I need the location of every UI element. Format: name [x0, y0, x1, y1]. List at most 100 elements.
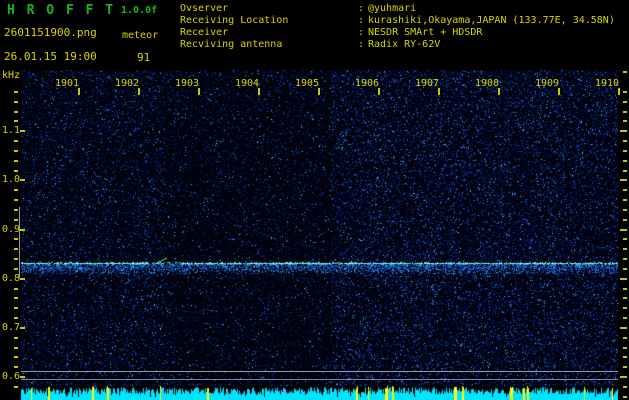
freq-tick-major-right [620, 277, 627, 280]
freq-tick-minor-right [623, 140, 627, 142]
freq-tick-minor-right [623, 317, 627, 319]
freq-tick-minor-right [623, 238, 627, 241]
info-label: Ovserver [180, 3, 229, 14]
freq-tick-minor [14, 218, 18, 221]
time-tick-mark [138, 88, 140, 95]
freq-tick-minor-right [623, 248, 627, 251]
freq-tick-minor-right [623, 149, 627, 152]
app-title: H R O F F T [7, 3, 116, 18]
info-value: kurashiki,Okayama,JAPAN (133.77E, 34.58N… [368, 15, 615, 26]
time-tick-mark [318, 88, 320, 95]
freq-tick-minor-right [623, 71, 627, 74]
output-filename: 2601151900.png [4, 26, 97, 39]
freq-tick-minor [14, 140, 18, 142]
info-value: NESDR SMArt + HDSDR [368, 27, 483, 38]
freq-tick-minor [14, 385, 18, 388]
info-value: @yuhmari [368, 3, 417, 14]
freq-tick-minor-right [623, 208, 627, 211]
freq-tick-minor-right [623, 307, 627, 310]
freq-tick-minor-right [623, 258, 627, 260]
time-tick-label: 1902 [115, 78, 140, 89]
freq-tick-minor [14, 267, 18, 270]
info-row-location: Receiving Location: kurashiki,Okayama,JAP… [180, 15, 615, 27]
station-info: Ovserver: @yuhmari Receiving Location: kur… [180, 3, 615, 51]
freq-tick-major [20, 179, 25, 182]
time-tick-mark [258, 88, 260, 95]
freq-tick-minor [14, 366, 18, 369]
meteor-count: 91 [137, 51, 151, 64]
time-tick-mark [438, 88, 440, 95]
freq-tick-minor-right [623, 100, 627, 103]
freq-tick-minor [14, 346, 18, 349]
freq-tick-minor [14, 90, 18, 93]
level-scale-marker [19, 207, 20, 278]
freq-tick-major [20, 228, 25, 231]
info-separator: : [358, 39, 365, 50]
freq-tick-minor-right [623, 346, 627, 349]
freq-tick-minor [14, 169, 18, 172]
freq-tick-minor-right [623, 395, 627, 398]
freq-tick-major [20, 376, 25, 378]
info-label: Receiver [180, 27, 229, 38]
info-label: Recviving antenna [180, 39, 283, 50]
info-row-receiver: Receiver: NESDR SMArt + HDSDR [180, 27, 615, 39]
freq-tick-major [20, 130, 25, 133]
freq-tick-minor [14, 189, 18, 192]
freq-tick-minor [14, 356, 18, 359]
time-tick-label: 1905 [295, 78, 320, 89]
freq-tick-minor-right [623, 199, 627, 201]
time-tick-label: 1901 [55, 78, 80, 89]
time-tick-mark [378, 88, 380, 95]
freq-tick-label: 0.9 [2, 223, 21, 235]
freq-tick-minor [14, 258, 18, 260]
freq-tick-minor-right [623, 189, 627, 192]
freq-tick-minor [14, 238, 18, 241]
freq-tick-minor [14, 149, 18, 152]
time-tick-label: 1908 [475, 78, 500, 89]
app-version: 1.0.0f [121, 5, 158, 16]
freq-tick-minor-right [623, 90, 627, 93]
freq-tick-minor-right [623, 356, 627, 359]
freq-tick-minor-right [623, 120, 627, 123]
freq-tick-minor-right [623, 366, 627, 369]
info-row-antenna: Recviving antenna: Radix RY-62V [180, 39, 615, 51]
time-tick-label: 1906 [355, 78, 380, 89]
freq-tick-minor [14, 317, 18, 319]
freq-tick-major-right [620, 326, 627, 329]
info-value: Radix RY-62V [368, 39, 441, 50]
freq-tick-major-right [620, 130, 627, 133]
freq-tick-minor [14, 287, 18, 290]
time-tick-label: 1907 [415, 78, 440, 89]
freq-tick-label: 1.1 [2, 125, 21, 137]
freq-tick-minor [14, 159, 18, 162]
time-tick-mark [618, 88, 620, 95]
info-label: Receiving Location [180, 15, 289, 26]
info-separator: : [358, 3, 365, 14]
freq-tick-label: 0.6 [2, 371, 21, 382]
time-tick-label: 1904 [235, 78, 260, 89]
meteor-label: meteor [122, 30, 159, 41]
time-tick-label: 1910 [595, 78, 620, 89]
info-separator: : [358, 15, 365, 26]
freq-tick-minor-right [623, 110, 627, 113]
time-tick-mark [558, 88, 560, 95]
freq-tick-minor [14, 208, 18, 211]
freq-tick-major [20, 326, 25, 329]
freq-tick-minor-right [623, 336, 627, 339]
freq-tick-minor [14, 100, 18, 103]
freq-tick-minor [14, 307, 18, 310]
freq-tick-minor-right [623, 169, 627, 172]
freq-tick-minor-right [623, 297, 627, 300]
freq-tick-minor [14, 297, 18, 300]
hrofft-screen: H R O F F T 1.0.0f 2601151900.png meteor… [0, 0, 629, 400]
time-tick-mark [198, 88, 200, 95]
freq-tick-minor [14, 336, 18, 339]
freq-tick-minor-right [623, 385, 627, 388]
freq-tick-minor [14, 199, 18, 201]
freq-tick-label: 0.8 [2, 272, 21, 284]
spectrogram-canvas [0, 68, 629, 400]
time-tick-label: 1903 [175, 78, 200, 89]
freq-tick-major [20, 277, 25, 280]
time-tick-label: 1909 [535, 78, 560, 89]
info-separator: : [358, 27, 365, 38]
